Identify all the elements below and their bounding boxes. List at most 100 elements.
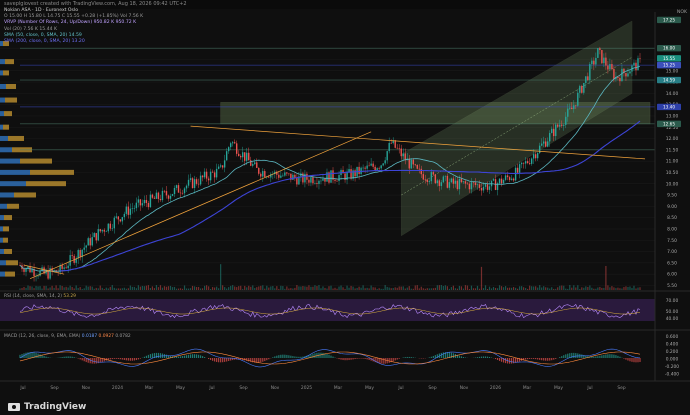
candle-body (37, 275, 39, 277)
macd-histogram-bar (286, 354, 288, 358)
time-label: May (365, 385, 374, 391)
macd-histogram-bar (199, 355, 202, 358)
main-pane[interactable] (0, 12, 655, 290)
volume-bar (179, 288, 182, 290)
macd-histogram-bar (510, 358, 513, 364)
candle-body (526, 161, 529, 164)
macd-histogram-bar (129, 358, 131, 361)
time-label: May (554, 385, 563, 391)
legend-vrvp[interactable]: VRVP (Number Of Rows, 24, Up/Down) 950.8… (4, 20, 143, 26)
candle-body (476, 184, 479, 186)
volume-bar (571, 287, 573, 290)
macd-histogram-bar (476, 357, 479, 358)
macd-histogram-bar (404, 357, 406, 358)
volume-bar (583, 287, 585, 290)
volume-bar (222, 285, 224, 290)
macd-histogram-bar (197, 354, 200, 358)
candle-body (179, 192, 182, 194)
volume-bar (412, 288, 414, 290)
candle-body (111, 228, 113, 229)
candle-body (215, 168, 218, 178)
macd-histogram-bar (358, 358, 360, 359)
macd-axis-label: 0.000 (666, 357, 679, 363)
volume-bar (438, 285, 440, 290)
candle-body (448, 182, 451, 188)
volume-bar (145, 285, 148, 290)
candle-body (282, 175, 284, 177)
candle-body (528, 163, 531, 164)
volume-bar (67, 287, 69, 290)
volume-bar (109, 286, 111, 290)
candle-body (559, 124, 561, 127)
volume-bar (155, 285, 158, 290)
legend-sma200[interactable]: SMA (200, close, 0, SMA, 20) 13.20 (4, 39, 143, 45)
candle-body (123, 213, 126, 218)
macd-histogram-bar (47, 357, 49, 358)
volume-bar (579, 288, 581, 290)
volume-bar (258, 286, 260, 290)
macd-histogram-bar (631, 358, 633, 362)
candle-body (338, 175, 340, 182)
volume-bar (625, 286, 627, 290)
macd-histogram-bar (508, 358, 511, 364)
volume-bar (557, 287, 559, 290)
volume-bar (314, 285, 316, 290)
volume-bar (360, 287, 362, 290)
candle-body (125, 206, 128, 214)
candle-body (217, 166, 220, 169)
macd-histogram-bar (498, 358, 501, 361)
volume-bar (79, 287, 81, 290)
candle-body (231, 142, 234, 144)
macd-histogram-bar (543, 358, 545, 361)
macd-histogram-bar (296, 356, 298, 358)
time-label: Sep (50, 385, 58, 391)
chart-canvas[interactable]: 16.0015.5015.0014.5014.0013.5013.0012.50… (0, 0, 690, 415)
volume-bar (448, 288, 450, 290)
macd-histogram-bar (290, 355, 292, 358)
price-label: 7.00 (667, 249, 677, 255)
candle-body (414, 164, 416, 166)
volume-bar (414, 285, 416, 290)
macd-histogram-bar (412, 357, 414, 358)
macd-histogram-bar (181, 356, 184, 358)
macd-histogram-bar (159, 353, 162, 358)
volume-bar (472, 288, 475, 290)
candle-body (520, 162, 523, 165)
candle-body (544, 141, 547, 147)
macd-histogram-bar (396, 358, 398, 360)
volume-bar (621, 288, 623, 290)
candle-body (107, 223, 109, 232)
volume-bar (326, 288, 328, 290)
candle-body (286, 172, 288, 174)
volume-bar (476, 285, 479, 290)
macd-histogram-bar (527, 358, 529, 360)
candle-body (530, 158, 533, 164)
rsi-axis-label: 70.00 (666, 298, 679, 304)
volume-bar (352, 286, 354, 290)
volume-bar (111, 285, 113, 290)
macd-histogram-bar (533, 358, 535, 359)
candle-body (438, 180, 441, 186)
candle-body (173, 188, 176, 195)
macd-histogram-bar (452, 353, 454, 358)
macd-histogram-bar (73, 357, 75, 358)
volume-bar (183, 285, 186, 290)
candle-body (141, 203, 144, 206)
candle-body (565, 116, 567, 125)
candle-body (549, 133, 551, 142)
macd-histogram-bar (486, 356, 489, 358)
candle-body (454, 180, 457, 184)
volume-bar (605, 265, 607, 290)
macd-histogram-bar (31, 352, 33, 358)
macd-histogram-bar (95, 358, 97, 364)
volume-bar (466, 285, 469, 290)
candle-body (603, 57, 605, 64)
macd-histogram-bar (539, 358, 541, 360)
volume-bar (364, 288, 366, 290)
candle-body (394, 140, 396, 148)
volume-bar (75, 285, 77, 290)
macd-histogram-bar (334, 357, 336, 358)
volume-bar (149, 288, 152, 290)
candle-body (95, 233, 97, 241)
vrvp-bar-up (0, 260, 6, 266)
